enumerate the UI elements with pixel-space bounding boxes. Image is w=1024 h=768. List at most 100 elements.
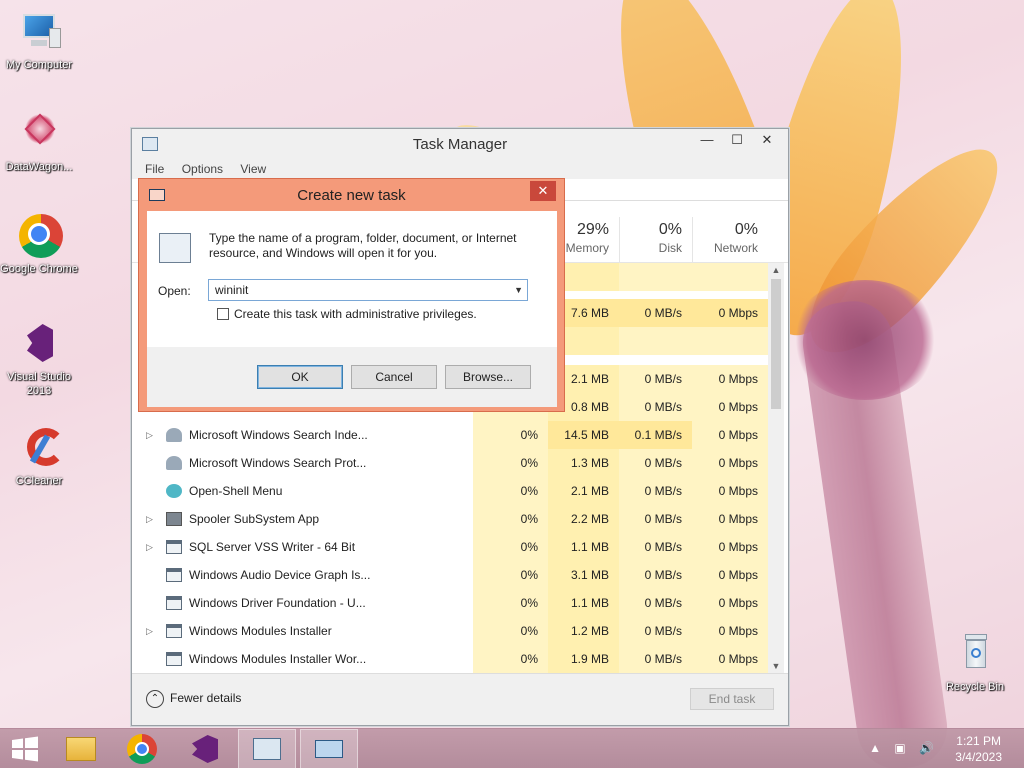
ok-button[interactable]: OK: [257, 365, 343, 389]
network-cell: 0 Mbps: [692, 299, 768, 327]
process-name: Windows Audio Device Graph Is...: [189, 568, 371, 582]
disk-cell: 0 MB/s: [619, 365, 692, 393]
service-window-icon: [166, 568, 182, 582]
network-cell: 0 Mbps: [692, 477, 768, 505]
minimize-button[interactable]: —: [692, 129, 722, 151]
cpu-cell: 0%: [473, 533, 548, 561]
column-network[interactable]: 0% Network: [692, 217, 768, 263]
table-row[interactable]: Windows Modules Installer Wor... 0% 1.9 …: [132, 645, 768, 673]
network-cell: 0 Mbps: [692, 365, 768, 393]
desktop-icon-label: DataWagon...: [5, 161, 73, 173]
column-disk[interactable]: 0% Disk: [619, 217, 692, 263]
cpu-cell: 0%: [473, 449, 548, 477]
service-window-icon: [166, 596, 182, 610]
desktop-icon-visual-studio[interactable]: Visual Studio 2013: [0, 320, 78, 398]
cpu-cell: 0%: [473, 561, 548, 589]
browse-button[interactable]: Browse...: [445, 365, 531, 389]
network-cell: 0 Mbps: [692, 645, 768, 673]
clock-time: 1:21 PM: [956, 734, 1001, 748]
task-manager-titlebar[interactable]: Task Manager — ☐ ✕: [132, 129, 788, 159]
desktop-icon-ccleaner[interactable]: CCleaner: [0, 424, 78, 488]
table-row[interactable]: Open-Shell Menu 0% 2.1 MB 0 MB/s 0 Mbps: [132, 477, 768, 505]
scrollbar-thumb[interactable]: [771, 279, 781, 409]
taskbar-visual-studio[interactable]: [176, 729, 234, 768]
vertical-scrollbar[interactable]: ▲ ▼: [768, 263, 784, 673]
memory-cell: 2.1 MB: [548, 477, 619, 505]
computer-icon: [15, 8, 63, 56]
memory-cell: 3.1 MB: [548, 561, 619, 589]
menu-view[interactable]: View: [240, 162, 266, 176]
menu-file[interactable]: File: [145, 162, 164, 176]
cpu-cell: 0%: [473, 589, 548, 617]
show-hidden-icons-icon[interactable]: ▲: [869, 741, 881, 755]
table-row[interactable]: ▷ Microsoft Windows Search Inde... 0% 14…: [132, 421, 768, 449]
table-row[interactable]: Microsoft Windows Search Prot... 0% 1.3 …: [132, 449, 768, 477]
network-icon[interactable]: ▣: [894, 741, 905, 755]
task-manager-footer: ⌃ Fewer details End task: [132, 673, 788, 725]
checkbox-box[interactable]: [217, 308, 229, 320]
taskbar-run-dialog[interactable]: [300, 729, 358, 768]
clock[interactable]: 1:21 PM 3/4/2023: [955, 733, 1002, 765]
table-row[interactable]: ▷ Windows Modules Installer 0% 1.2 MB 0 …: [132, 617, 768, 645]
dialog-close-button[interactable]: ✕: [530, 181, 556, 201]
table-row[interactable]: Windows Audio Device Graph Is... 0% 3.1 …: [132, 561, 768, 589]
expand-chevron-icon[interactable]: ▷: [146, 533, 153, 561]
checkbox-label: Create this task with administrative pri…: [234, 307, 477, 321]
run-icon: [315, 740, 343, 758]
table-row[interactable]: ▷ SQL Server VSS Writer - 64 Bit 0% 1.1 …: [132, 533, 768, 561]
desktop-icon-label: My Computer: [5, 59, 73, 71]
open-combobox[interactable]: wininit ▼: [208, 279, 528, 301]
taskbar-chrome[interactable]: [114, 729, 172, 768]
end-task-button[interactable]: End task: [690, 688, 774, 710]
task-manager-icon: [253, 738, 281, 760]
scroll-down-icon[interactable]: ▼: [768, 661, 784, 671]
desktop-icon-google-chrome[interactable]: Google Chrome: [0, 212, 78, 276]
process-name: Windows Modules Installer Wor...: [189, 652, 367, 666]
scroll-up-icon[interactable]: ▲: [768, 265, 784, 275]
datawagon-icon: [15, 110, 63, 158]
fewer-details-button[interactable]: ⌃ Fewer details: [146, 688, 241, 708]
cpu-cell: 0%: [473, 421, 548, 449]
menu-options[interactable]: Options: [182, 162, 223, 176]
table-row[interactable]: ▷ Spooler SubSystem App 0% 2.2 MB 0 MB/s…: [132, 505, 768, 533]
dialog-titlebar[interactable]: Create new task ✕: [139, 179, 564, 209]
start-button[interactable]: [0, 729, 58, 768]
process-name: Microsoft Windows Search Inde...: [189, 428, 368, 442]
expand-chevron-icon[interactable]: ▷: [146, 505, 153, 533]
menu-bar: File Options View: [132, 159, 788, 179]
close-button[interactable]: ✕: [752, 129, 782, 151]
expand-chevron-icon[interactable]: ▷: [146, 617, 153, 645]
visual-studio-icon: [192, 735, 218, 763]
cpu-cell: 0%: [473, 617, 548, 645]
disk-percent: 0%: [658, 221, 682, 238]
network-cell: 0 Mbps: [692, 589, 768, 617]
cpu-cell: 0%: [473, 477, 548, 505]
taskbar-file-explorer[interactable]: [52, 729, 110, 768]
maximize-button[interactable]: ☐: [722, 129, 752, 151]
disk-cell: 0 MB/s: [619, 505, 692, 533]
desktop-icon-recycle-bin[interactable]: Recycle Bin: [936, 630, 1014, 694]
taskbar: ▲ ▣ 🔊 1:21 PM 3/4/2023: [0, 728, 1024, 768]
desktop-icon-datawagon[interactable]: DataWagon...: [0, 110, 78, 174]
taskbar-task-manager[interactable]: [238, 729, 296, 768]
windows-logo-icon: [12, 736, 38, 762]
disk-cell: 0 MB/s: [619, 561, 692, 589]
volume-icon[interactable]: 🔊: [919, 741, 934, 755]
network-label: Network: [713, 241, 758, 255]
disk-cell: 0 MB/s: [619, 299, 692, 327]
network-cell: 0 Mbps: [692, 561, 768, 589]
memory-cell: 1.3 MB: [548, 449, 619, 477]
table-row[interactable]: Windows Driver Foundation - U... 0% 1.1 …: [132, 589, 768, 617]
disk-cell: 0 MB/s: [619, 393, 692, 421]
dropdown-chevron-icon[interactable]: ▼: [514, 280, 523, 300]
network-cell: 0 Mbps: [692, 449, 768, 477]
cancel-button[interactable]: Cancel: [351, 365, 437, 389]
admin-privileges-checkbox[interactable]: Create this task with administrative pri…: [217, 307, 477, 321]
chrome-icon: [15, 212, 63, 260]
expand-chevron-icon[interactable]: ▷: [146, 421, 153, 449]
desktop-icon-my-computer[interactable]: My Computer: [0, 8, 78, 72]
cpu-cell: 0%: [473, 645, 548, 673]
network-cell: 0 Mbps: [692, 421, 768, 449]
desktop-icon-label: CCleaner: [15, 475, 63, 487]
process-name: Windows Driver Foundation - U...: [189, 596, 366, 610]
